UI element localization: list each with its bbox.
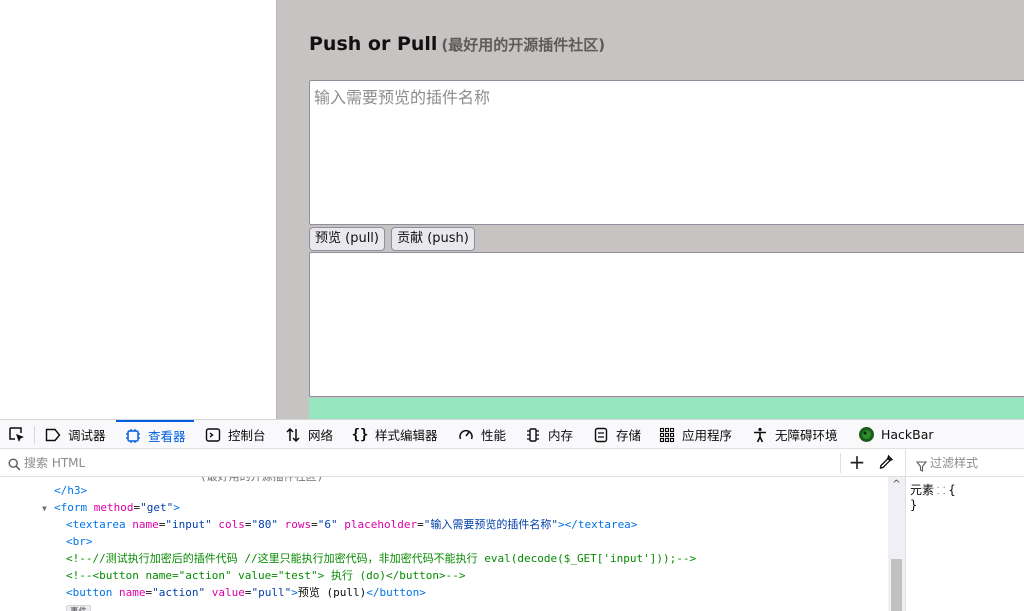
tab-performance[interactable]: 性能	[457, 420, 506, 449]
html-markup-tree: (最好用的开源插件社区) </h3> ▼<form method="get"> …	[0, 477, 888, 611]
tab-accessibility[interactable]: 无障碍环境	[751, 420, 838, 449]
tab-hackbar-label: HackBar	[881, 427, 934, 442]
add-node-icon[interactable]: +	[848, 452, 866, 472]
html-search-bar: +	[0, 449, 905, 477]
toolbar-separator	[34, 426, 35, 444]
tab-debugger-label: 调试器	[68, 428, 106, 443]
tab-performance-label: 性能	[481, 428, 507, 443]
markup-line-comment-button[interactable]: <!--<button name="action" value="test"> …	[66, 567, 466, 584]
devtools-toolbar: 调试器 查看器 控制台 网络 {} 样式编辑器 性能 内存 存储 应用程序 无障…	[0, 420, 1024, 449]
rule-selector: 元素	[910, 483, 935, 497]
markup-line-event[interactable]: 事件	[66, 602, 92, 611]
contribute-push-button[interactable]: 贡献 (push)	[391, 227, 475, 251]
tab-style-editor[interactable]: {} 样式编辑器	[351, 420, 438, 449]
accessibility-icon	[751, 426, 769, 444]
markup-line-button[interactable]: <button name="action" value="pull">预览 (p…	[66, 584, 426, 601]
expand-triangle-icon[interactable]: ▼	[42, 500, 47, 517]
tab-memory[interactable]: 内存	[524, 420, 573, 449]
debugger-icon	[44, 426, 62, 444]
plugin-name-input[interactable]	[309, 80, 1024, 225]
element-rule: 元素 ⸬{	[910, 481, 956, 498]
markup-scrollbar[interactable]: ^	[888, 477, 905, 611]
markup-line-h3-close[interactable]: </h3>	[54, 482, 87, 499]
output-textarea[interactable]	[309, 252, 1024, 397]
tab-style-editor-label: 样式编辑器	[375, 428, 438, 443]
tab-storage[interactable]: 存储	[592, 420, 641, 449]
tab-console[interactable]: 控制台	[204, 420, 266, 449]
page-title: Push or Pull (最好用的开源插件社区)	[309, 33, 605, 55]
h3-close-tag: </h3>	[54, 484, 88, 497]
page-title-main: Push or Pull	[309, 33, 438, 55]
filter-styles-bar	[906, 449, 1024, 477]
performance-icon	[457, 426, 475, 444]
preview-pull-button[interactable]: 预览 (pull)	[309, 227, 385, 251]
hackbar-icon	[857, 426, 875, 444]
tab-network-label: 网络	[308, 428, 334, 443]
element-picker-icon[interactable]	[6, 424, 28, 446]
markup-line-textarea[interactable]: <textarea name="input" cols="80" rows="6…	[66, 516, 637, 533]
memory-icon	[524, 426, 542, 444]
style-editor-icon: {}	[351, 426, 369, 443]
eyedropper-icon[interactable]	[878, 454, 896, 472]
inspector-icon	[124, 427, 142, 445]
markup-panel: + (最好用的开源插件社区) </h3> ▼<form method="get"…	[0, 449, 905, 611]
rule-close-brace: }	[910, 498, 918, 512]
tab-network[interactable]: 网络	[284, 420, 333, 449]
tab-accessibility-label: 无障碍环境	[775, 428, 838, 443]
form-tag: form	[60, 501, 88, 514]
screen: Push or Pull(最好用的开源插件社区) 预览 (pull) 贡献 (p…	[0, 0, 1024, 611]
search-html-input[interactable]	[24, 454, 624, 472]
html-comment: <!--//测试执行加密后的插件代码 //这里只能执行加密代码，非加密代码不能执…	[66, 552, 697, 565]
html-comment: <!--<button name="action" value="test"> …	[66, 569, 466, 582]
rule-open-brace: {	[948, 483, 956, 497]
tab-storage-label: 存储	[616, 428, 642, 443]
search-separator	[840, 453, 841, 473]
storage-icon	[592, 426, 610, 444]
browser-viewport: Push or Pull(最好用的开源插件社区) 预览 (pull) 贡献 (p…	[0, 0, 1024, 419]
event-badge[interactable]: 事件	[66, 605, 92, 611]
page-title-sub: (最好用的开源插件社区)	[441, 36, 606, 54]
tab-application[interactable]: 应用程序	[658, 420, 732, 449]
tab-console-label: 控制台	[228, 428, 266, 443]
filter-icon	[915, 457, 928, 476]
markup-line-comment-eval[interactable]: <!--//测试执行加密后的插件代码 //这里只能执行加密代码，非加密代码不能执…	[66, 550, 696, 567]
form-buttons: 预览 (pull) 贡献 (push)	[309, 227, 476, 251]
rules-panel: 元素⸬{ }	[905, 449, 1024, 611]
network-icon	[284, 426, 302, 444]
br-tag: <br>	[66, 535, 93, 548]
tab-inspector[interactable]: 查看器	[116, 420, 194, 449]
markup-line-br[interactable]: <br>	[66, 533, 93, 550]
tab-debugger[interactable]: 调试器	[44, 420, 106, 449]
tab-inspector-label: 查看器	[148, 429, 186, 444]
console-icon	[204, 426, 222, 444]
tab-memory-label: 内存	[548, 428, 574, 443]
filter-styles-input[interactable]	[930, 454, 1020, 472]
devtools-panel: 调试器 查看器 控制台 网络 {} 样式编辑器 性能 内存 存储 应用程序 无障…	[0, 419, 1024, 611]
tab-hackbar[interactable]: HackBar	[857, 420, 934, 449]
application-icon	[658, 426, 676, 444]
markup-line-form[interactable]: ▼ <form method="get">	[42, 499, 180, 516]
search-icon	[8, 456, 21, 475]
page-content: Push or Pull(最好用的开源插件社区) 预览 (pull) 贡献 (p…	[276, 0, 1024, 419]
node-highlight-icon[interactable]: ⸬	[937, 486, 945, 497]
tab-application-label: 应用程序	[682, 428, 733, 443]
green-result-bar	[309, 398, 1024, 419]
scrollbar-thumb[interactable]	[891, 559, 902, 611]
scroll-up-arrow-icon[interactable]: ^	[888, 479, 905, 491]
markup-line-cut: (最好用的开源插件社区)	[200, 477, 323, 485]
